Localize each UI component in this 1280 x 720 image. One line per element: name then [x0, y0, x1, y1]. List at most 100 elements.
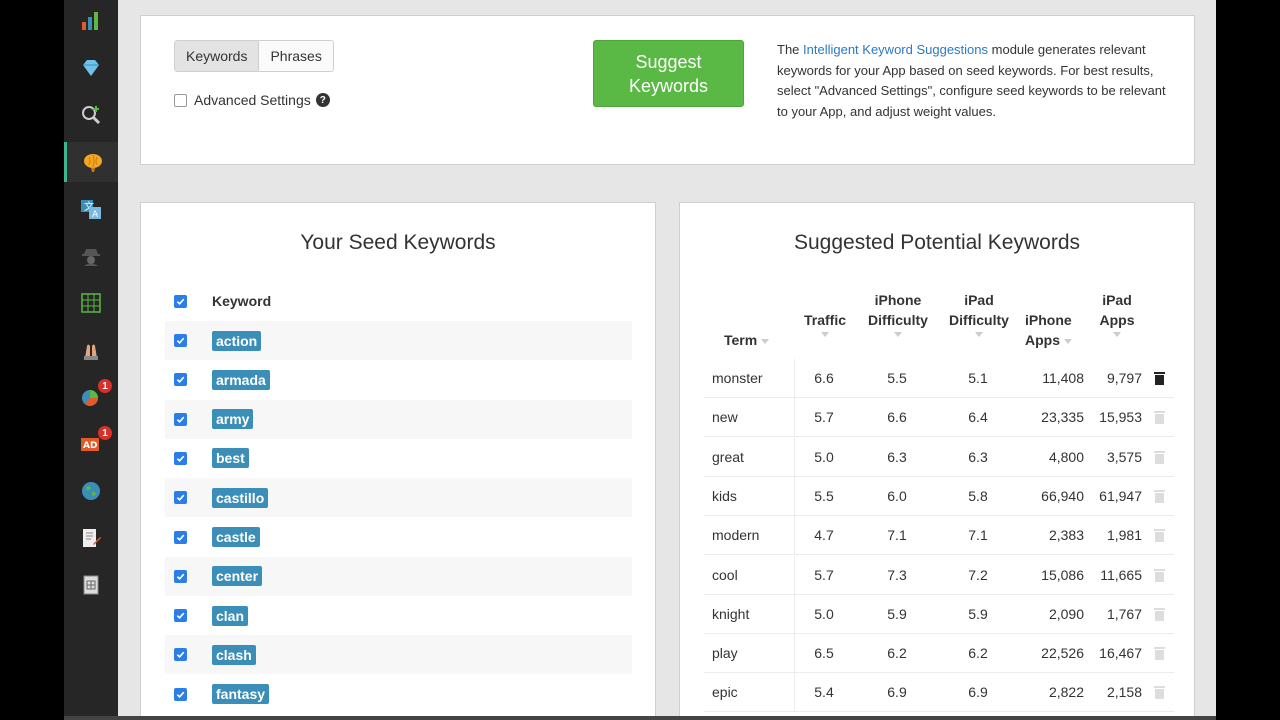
seed-keywords-panel: Your Seed Keywords Keyword action armada a…: [140, 202, 656, 716]
sidebar-item-report[interactable]: [64, 565, 118, 605]
seed-keyword-tag[interactable]: armada: [212, 369, 270, 390]
seed-keyword-tag[interactable]: action: [212, 330, 262, 351]
iphone-difficulty-cell: 6.3: [887, 448, 907, 465]
trash-icon[interactable]: [1154, 372, 1165, 385]
sidebar-item-grid[interactable]: [64, 283, 118, 323]
tab-keywords[interactable]: Keywords: [175, 41, 260, 71]
ipad-difficulty-cell: 6.3: [968, 448, 988, 465]
seed-keyword-tag[interactable]: army: [212, 409, 254, 430]
suggested-keyword-row[interactable]: cool 5.7 7.3 7.2 15,086 11,665: [704, 555, 1174, 595]
seed-keyword-checkbox[interactable]: [174, 373, 187, 387]
iphone-apps-cell: 23,335: [1041, 409, 1084, 426]
traffic-column-header[interactable]: Traffic: [792, 310, 858, 337]
suggested-keyword-row[interactable]: new 5.7 6.6 6.4 23,335 15,953: [704, 398, 1174, 438]
sidebar-item-bar-chart[interactable]: [64, 1, 118, 41]
seed-keyword-tag[interactable]: center: [212, 566, 263, 587]
seed-keyword-checkbox[interactable]: [174, 648, 187, 662]
iphone-apps-column-header[interactable]: iPhone Apps: [1025, 310, 1083, 350]
ipad-apps-cell: 15,953: [1099, 409, 1142, 426]
seed-keyword-tag[interactable]: best: [212, 448, 249, 469]
sort-icon[interactable]: [1064, 338, 1072, 344]
seed-keyword-checkbox[interactable]: [174, 451, 187, 465]
suggested-keyword-row[interactable]: modern 4.7 7.1 7.1 2,383 1,981: [704, 516, 1174, 556]
trash-icon[interactable]: [1154, 411, 1165, 425]
sort-icon[interactable]: [1113, 332, 1121, 337]
trash-icon[interactable]: [1154, 529, 1165, 543]
sort-icon[interactable]: [894, 332, 902, 337]
suggested-keyword-row[interactable]: kids 5.5 6.0 5.8 66,940 61,947: [704, 476, 1174, 516]
seed-keyword-checkbox[interactable]: [174, 530, 187, 544]
main-content: Keywords Phrases Advanced Settings ? Sug…: [118, 0, 1216, 716]
suggest-keywords-button[interactable]: Suggest Keywords: [593, 40, 744, 107]
seed-keyword-tag[interactable]: castillo: [212, 487, 269, 508]
ipad-difficulty-column-header[interactable]: iPad Difficulty: [944, 290, 1014, 337]
sidebar-item-translate[interactable]: 文A: [64, 189, 118, 229]
iphone-difficulty-cell: 7.3: [887, 566, 907, 583]
trash-icon[interactable]: [1154, 489, 1165, 503]
ipad-apps-cell: 2,158: [1106, 684, 1142, 701]
trash-lid: [1154, 647, 1165, 650]
sidebar-item-keyword-search[interactable]: [64, 95, 118, 135]
seed-keyword-checkbox[interactable]: [174, 687, 187, 701]
sort-icon[interactable]: [975, 332, 983, 337]
seed-keyword-row: castillo: [165, 478, 632, 518]
advanced-settings-row: Advanced Settings ?: [174, 92, 330, 108]
trash-icon[interactable]: [1154, 607, 1165, 621]
traffic-cell: 5.7: [814, 409, 834, 426]
seed-keyword-tag[interactable]: castle: [212, 527, 260, 547]
seed-keyword-checkbox[interactable]: [174, 334, 187, 347]
trash-icon[interactable]: [1154, 686, 1165, 700]
advanced-settings-label: Advanced Settings: [194, 92, 311, 108]
advanced-settings-checkbox[interactable]: [174, 93, 187, 107]
seed-keyword-checkbox[interactable]: [174, 569, 187, 583]
seed-keyword-row: center: [165, 556, 632, 596]
seed-keyword-tag[interactable]: fantasy: [212, 684, 270, 705]
ipad-apps-cell: 9,797: [1106, 370, 1142, 386]
ipad-difficulty-cell: 5.8: [968, 487, 988, 504]
trash-icon[interactable]: [1154, 647, 1165, 661]
term-cell: cool: [712, 566, 738, 583]
sidebar-item-brain[interactable]: [64, 142, 118, 182]
seed-keyword-row: best: [165, 439, 632, 478]
sidebar-item-pie-chart[interactable]: 1: [64, 377, 118, 417]
ipad-apps-cell: 61,947: [1099, 487, 1142, 504]
seed-keyword-checkbox[interactable]: [174, 491, 187, 505]
sidebar-item-spy[interactable]: [64, 236, 118, 276]
suggested-keyword-row[interactable]: knight 5.0 5.9 5.9 2,090 1,767: [704, 594, 1174, 634]
help-icon[interactable]: ?: [315, 93, 330, 107]
traffic-cell: 5.7: [814, 566, 834, 583]
intelligent-keyword-link[interactable]: Intelligent Keyword Suggestions: [803, 42, 988, 57]
sidebar-item-hands[interactable]: [64, 330, 118, 370]
seed-keyword-checkbox[interactable]: [174, 609, 187, 623]
iphone-apps-cell: 2,383: [1048, 527, 1084, 544]
edit-document-icon: [83, 529, 101, 547]
ipad-apps-header-line2: Apps: [1099, 312, 1135, 328]
trash-icon[interactable]: [1154, 568, 1165, 582]
suggested-keyword-row[interactable]: great 5.0 6.3 6.3 4,800 3,575: [704, 437, 1174, 477]
ipad-difficulty-cell: 5.9: [968, 605, 988, 622]
term-column-header[interactable]: Term: [724, 330, 770, 350]
seed-keyword-checkbox[interactable]: [174, 412, 187, 426]
sidebar-item-globe[interactable]: [64, 471, 118, 511]
trash-can: [1155, 453, 1164, 464]
traffic-header-label: Traffic: [803, 312, 846, 328]
trash-lid: [1154, 411, 1165, 414]
ipad-apps-column-header[interactable]: iPad Apps: [1092, 290, 1142, 337]
sort-icon[interactable]: [821, 332, 829, 337]
sidebar-item-diamond[interactable]: [64, 48, 118, 88]
select-all-checkbox[interactable]: [174, 294, 187, 308]
sidebar-item-ad[interactable]: AD 1: [64, 424, 118, 464]
iphone-difficulty-column-header[interactable]: iPhone Difficulty: [863, 290, 933, 337]
traffic-cell: 6.6: [814, 370, 834, 386]
tab-phrases[interactable]: Phrases: [259, 41, 333, 71]
sidebar-item-edit-document[interactable]: [64, 518, 118, 558]
sort-icon[interactable]: [761, 338, 770, 344]
suggested-keyword-row[interactable]: epic 5.4 6.9 6.9 2,822 2,158: [704, 673, 1174, 713]
seed-keyword-tag[interactable]: clan: [212, 605, 249, 626]
suggested-keyword-row[interactable]: monster 6.6 5.5 5.1 11,408 9,797: [704, 359, 1174, 398]
notification-badge: 1: [98, 426, 112, 440]
settings-panel: Keywords Phrases Advanced Settings ? Sug…: [140, 15, 1195, 165]
suggested-keyword-row[interactable]: play 6.5 6.2 6.2 22,526 16,467: [704, 634, 1174, 674]
seed-keyword-tag[interactable]: clash: [212, 644, 256, 665]
trash-icon[interactable]: [1154, 450, 1165, 464]
